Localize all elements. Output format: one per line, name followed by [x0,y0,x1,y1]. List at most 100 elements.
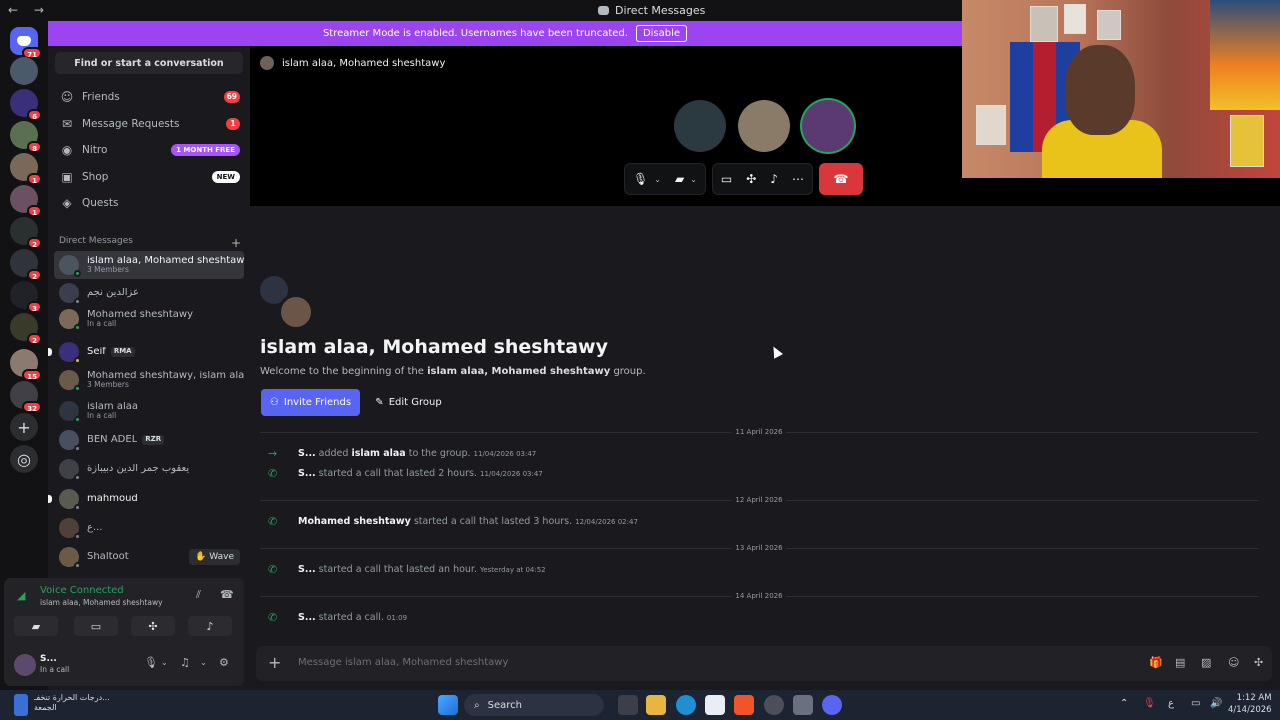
nav-shop[interactable]: ▣ Shop NEW [56,165,242,189]
create-dm-plus-icon[interactable]: + [231,236,241,250]
dm-item[interactable]: Seif RMA [48,338,244,366]
server-icon[interactable]: 32 [10,381,42,413]
settings-gear-icon[interactable]: ⚙ [219,656,229,669]
voice-status[interactable]: Voice Connected [40,585,124,596]
server-icon[interactable]: 3 [10,281,42,313]
server-icon[interactable]: 2 [10,217,42,249]
add-server-button[interactable]: + [10,413,38,441]
home-button[interactable]: 71 [10,27,42,59]
message-author[interactable]: S... [298,448,316,459]
message-input[interactable]: Message islam alaa, Mohamed sheshtawy [298,657,508,668]
user-avatar[interactable] [14,654,36,676]
nav-nitro[interactable]: ◉ Nitro 1 MONTH FREE [56,138,242,162]
dm-item[interactable]: ع... [54,514,244,542]
brave-browser-icon[interactable] [734,695,754,715]
server-badge: 1 [27,205,42,217]
microphone-icon[interactable]: 🎙 [144,656,158,669]
mic-in-use-icon[interactable]: 🎙 [1143,698,1156,709]
server-icon[interactable]: 6 [10,89,42,121]
chevron-down-icon[interactable]: ⌄ [161,658,168,667]
soundboard-button[interactable]: ♪ [188,616,232,636]
network-icon[interactable]: ▭ [1191,698,1200,709]
disable-streamer-button[interactable]: Disable [635,25,688,42]
gif-icon[interactable]: ▤ [1175,656,1185,669]
gift-icon[interactable]: 🎁 [1149,656,1163,669]
dm-item[interactable]: Shaltoot ✋ Wave [54,543,244,571]
find-conversation-button[interactable]: Find or start a conversation [55,52,243,74]
message-author[interactable]: S... [298,612,316,623]
weather-widget[interactable]: درجات الحرارة تنخفـ... الجمعة [34,693,110,714]
server-icon[interactable]: 15 [10,349,42,381]
nav-friends[interactable]: ☺ Friends 69 [56,85,242,109]
tray-chevron-up-icon[interactable]: ⌃ [1120,698,1128,709]
participant-avatar[interactable] [802,100,854,152]
discord-taskbar-icon[interactable] [822,695,842,715]
more-options-icon[interactable]: ⋯ [792,172,804,186]
server-icon[interactable]: 2 [10,313,42,345]
emoji-icon[interactable]: ☺ [1228,656,1239,669]
discover-button[interactable]: ◎ [10,445,38,473]
invite-friends-button[interactable]: ⚇ Invite Friends [261,389,360,416]
weather-widget-icon[interactable] [14,694,28,716]
microphone-icon[interactable]: 🎙 [633,172,648,186]
task-view-icon[interactable] [618,695,638,715]
participant-avatar[interactable] [738,100,790,152]
system-clock[interactable]: 1:12 AM 4/14/2026 [1228,693,1272,717]
app-icon[interactable] [764,695,784,715]
sticker-icon[interactable]: ▨ [1201,656,1211,669]
dm-item[interactable]: Mohamed sheshtawy, islam alaa 3 Members [54,366,244,394]
hang-up-button[interactable]: ☎ [818,163,863,195]
server-icon[interactable]: 1 [10,185,42,217]
participant-avatar[interactable] [674,100,726,152]
dm-item[interactable]: islam alaa, Mohamed sheshtawy 3 Members [54,251,244,279]
edit-group-button[interactable]: ✎ Edit Group [369,389,448,416]
voice-channel[interactable]: islam alaa, Mohamed sheshtawy [40,598,163,607]
message-author[interactable]: S... [298,468,316,479]
server-icon[interactable]: 8 [10,121,42,153]
activities-button[interactable]: ✣ [131,616,175,636]
server-icon[interactable]: 1 [10,153,42,185]
screen-share-icon[interactable]: ▭ [721,172,732,186]
headphones-icon[interactable]: ♫ [180,656,190,669]
dm-item[interactable]: يعقوب جمر الدين دبيبازة [54,455,244,483]
camera-off-icon[interactable]: ▰ [675,172,684,186]
status-dot [74,324,81,331]
chevron-down-icon[interactable]: ⌄ [654,175,661,184]
clock-time: 1:12 AM [1236,693,1272,703]
start-windows-icon[interactable] [438,695,458,715]
dm-item[interactable]: BEN ADEL RZR [54,426,244,454]
server-icon[interactable] [10,57,38,85]
nav-quests[interactable]: ◈ Quests [56,191,242,215]
soundboard-icon[interactable]: ♪ [770,172,778,186]
dm-sub: 3 Members [87,380,129,390]
dm-item[interactable]: islam alaa In a call [54,397,244,425]
screen-share-button[interactable]: ▭ [74,616,118,636]
system-message: ✆ Mohamed sheshtawy started a call that … [268,515,638,528]
message-author[interactable]: Mohamed sheshtawy [298,516,411,527]
store-icon[interactable] [705,695,725,715]
file-explorer-icon[interactable] [646,695,666,715]
volume-icon[interactable]: 🔊 [1210,698,1222,709]
taskbar-search[interactable]: ⌕ Search [464,694,604,716]
activities-icon[interactable]: ✣ [746,172,756,186]
nav-message-requests[interactable]: ✉ Message Requests 1 [56,112,242,136]
apps-icon[interactable]: ✣ [1254,656,1263,669]
disconnect-icon[interactable]: ☎ [220,588,234,601]
attach-plus-icon[interactable]: + [268,653,281,672]
steam-icon[interactable] [793,695,813,715]
wave-button[interactable]: ✋ Wave [189,549,240,565]
message-mention[interactable]: islam alaa [351,448,405,459]
input-language[interactable]: ع [1168,698,1174,709]
camera-toggle-button[interactable]: ▰ [14,616,58,636]
noise-suppression-icon[interactable]: ⫽ [196,588,201,602]
dm-item[interactable]: Mohamed sheshtawy In a call [54,305,244,333]
server-icon[interactable]: 2 [10,249,42,281]
dm-item[interactable]: عزالدين نجم [54,279,244,307]
nav-arrows[interactable]: ← → [8,3,50,17]
message-author[interactable]: S... [298,564,316,575]
dm-item[interactable]: mahmoud [48,485,244,513]
edge-browser-icon[interactable] [676,695,696,715]
unread-indicator [48,495,52,503]
chevron-down-icon[interactable]: ⌄ [690,175,697,184]
chevron-down-icon[interactable]: ⌄ [200,658,207,667]
